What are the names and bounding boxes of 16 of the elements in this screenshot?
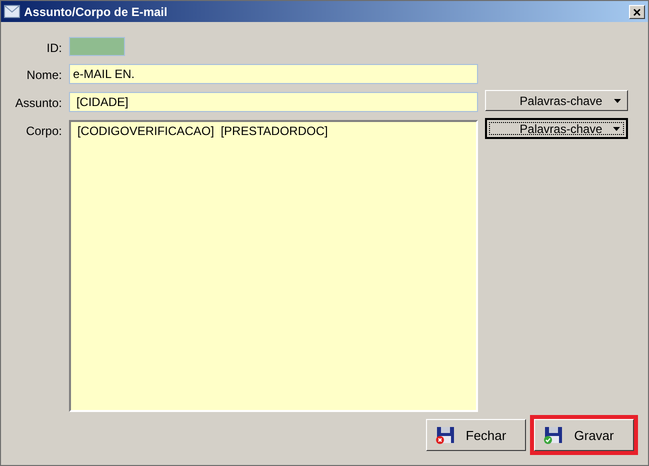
window-title: Assunto/Corpo de E-mail bbox=[24, 4, 168, 18]
body-textarea[interactable]: [CODIGOVERIFICACAO] [PRESTADORDOC] bbox=[69, 120, 478, 412]
field-label: Corpo: bbox=[24, 123, 62, 140]
caret-icon bbox=[614, 98, 621, 102]
close-dialog-button[interactable]: Fechar bbox=[426, 419, 526, 451]
close-button[interactable]: × bbox=[629, 4, 645, 18]
caret-icon bbox=[613, 126, 620, 130]
field-label: ID: bbox=[46, 40, 62, 56]
envelope-icon bbox=[4, 5, 20, 18]
keywords-dropdown-button[interactable]: Palavras-chave bbox=[485, 90, 628, 111]
text-field[interactable]: [CIDADE] bbox=[69, 92, 478, 112]
keywords-dropdown-button[interactable]: Palavras-chave bbox=[485, 118, 628, 139]
field-label: Assunto: bbox=[14, 95, 62, 112]
field-label: Nome: bbox=[26, 67, 62, 84]
id-field[interactable] bbox=[69, 37, 125, 56]
text-field[interactable]: e-MAIL EN. bbox=[69, 64, 478, 84]
